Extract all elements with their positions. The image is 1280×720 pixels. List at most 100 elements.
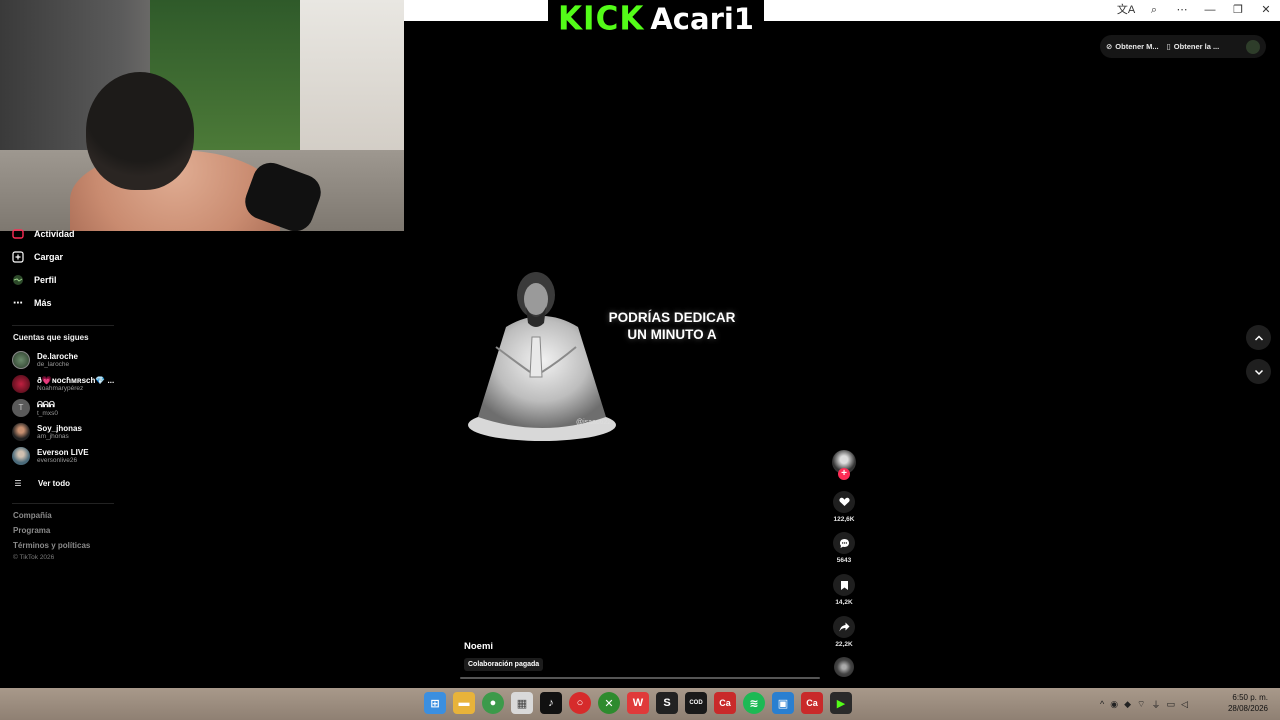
sidebar-item-label: Cargar — [34, 252, 64, 262]
music-disc-icon[interactable] — [834, 657, 854, 677]
close-icon[interactable]: ✕ — [1252, 0, 1280, 21]
following-name: ð💗ɴᴏᴄɦᴍʀsᴄh💎 ... — [37, 376, 115, 385]
file-explorer-icon[interactable]: ▬ — [453, 692, 475, 714]
video-player[interactable]: PODRÍAS DEDICAR UN MINUTO A @isaac622 No… — [460, 21, 820, 686]
taskbar-clock[interactable]: 6:50 p. m. 28/08/2026 — [1228, 692, 1268, 714]
clock-date: 28/08/2026 — [1227, 704, 1268, 713]
window-controls: 文A ⌕ ⋯ — ❐ ✕ — [1112, 0, 1280, 21]
avatar — [12, 375, 30, 393]
video-progress-bar[interactable] — [460, 677, 820, 679]
wifi-icon[interactable]: ⌔ — [1137, 699, 1145, 710]
following-handle: t_mxs0 — [37, 409, 58, 417]
get-coins-label: Obtener M... — [1115, 42, 1159, 51]
sidebar-item-label: Actividad — [34, 229, 75, 239]
avatar — [12, 423, 30, 441]
taskbar-apps: ⊞ ▬ ● ▦ ♪ ○ ✕ W S COD Ca ≋ ▣ Ca ▶ — [424, 692, 852, 714]
following-name: ᕱᕱᕱ — [37, 399, 55, 409]
comment-button[interactable]: 5643 — [832, 532, 856, 564]
windows-start-icon[interactable]: ⊞ — [424, 692, 446, 714]
sidebar-item-mas[interactable]: ⋯ Más — [12, 293, 52, 313]
chevron-up-icon[interactable]: ^ — [1100, 699, 1104, 709]
menu-icon[interactable]: ⋯ — [1168, 0, 1196, 21]
kick-app-icon[interactable]: ▶ — [830, 692, 852, 714]
praying-figure-image — [468, 272, 616, 441]
webcam-person-head — [86, 72, 194, 190]
save-button[interactable]: 14,2K — [832, 574, 856, 606]
heart-icon — [833, 491, 855, 513]
sidebar-item-perfil[interactable]: Perfil — [12, 270, 57, 290]
calendar-icon[interactable]: ▣ — [772, 692, 794, 714]
footer-link-company[interactable]: Compañía — [13, 511, 52, 520]
top-right-actions: ⊘ Obtener M... ▯ Obtener la ... — [1100, 35, 1266, 58]
chrome-icon[interactable]: ● — [482, 692, 504, 714]
ca-app-icon[interactable]: Ca — [714, 692, 736, 714]
spotify-icon[interactable]: ≋ — [743, 692, 765, 714]
next-video-button[interactable] — [1246, 359, 1271, 384]
sidebar-item-actividad[interactable]: Actividad — [12, 224, 75, 244]
follow-plus-button[interactable]: + — [838, 468, 850, 480]
avatar: T — [12, 399, 30, 417]
footer-link-program[interactable]: Programa — [13, 526, 50, 535]
video-author-name[interactable]: Noemi — [464, 641, 493, 652]
footer-link-terms[interactable]: Términos y políticas — [13, 541, 90, 550]
following-handle: eversonlive26 — [37, 457, 78, 464]
zoom-icon[interactable]: ⌕ — [1140, 0, 1168, 21]
avatar — [12, 351, 30, 369]
streamlabs-icon[interactable]: S — [656, 692, 678, 714]
get-app-button[interactable]: ▯ Obtener la ... — [1167, 42, 1220, 51]
tray-app-icon[interactable]: ◆ — [1124, 699, 1131, 710]
following-handle: Noahmarypérez — [37, 385, 84, 392]
see-all-label: Ver todo — [38, 478, 71, 488]
following-handle: am_jhonas — [37, 433, 69, 440]
maximize-icon[interactable]: ❐ — [1224, 0, 1252, 21]
clock-time: 6:50 p. m. — [1232, 693, 1268, 702]
webcam-overlay — [0, 0, 404, 231]
ca-app-icon[interactable]: Ca — [801, 692, 823, 714]
microphone-icon[interactable]: ⏚ — [1151, 698, 1160, 711]
system-tray: ^ ◉ ◆ ⌔ ⏚ ▭ ◁ — [1100, 688, 1188, 720]
network-icon[interactable]: ▭ — [1167, 699, 1176, 710]
tiktok-icon[interactable]: ♪ — [540, 692, 562, 714]
tray-app-icon[interactable]: ◉ — [1110, 699, 1118, 710]
opera-icon[interactable]: ○ — [569, 692, 591, 714]
sidebar-item-cargar[interactable]: Cargar — [12, 247, 63, 267]
sidebar-divider — [12, 325, 114, 326]
store-icon[interactable]: ▦ — [511, 692, 533, 714]
coin-icon: ⊘ — [1106, 42, 1113, 51]
xbox-icon[interactable]: ✕ — [598, 692, 620, 714]
wps-icon[interactable]: W — [627, 692, 649, 714]
get-coins-button[interactable]: ⊘ Obtener M... — [1106, 42, 1159, 51]
minimize-icon[interactable]: — — [1196, 0, 1224, 21]
translate-icon[interactable]: 文A — [1112, 0, 1140, 21]
following-item[interactable]: Everson LIVE eversonlive26 — [12, 447, 89, 465]
following-item[interactable]: Soy_jhonas am_jhonas — [12, 423, 82, 441]
sidebar-divider — [12, 503, 114, 504]
activity-icon — [12, 228, 24, 240]
following-item[interactable]: ð💗ɴᴏᴄɦᴍʀsᴄh💎 ... Noahmarypérez — [12, 375, 114, 393]
following-name: De.laroche — [37, 352, 78, 361]
user-avatar[interactable] — [1246, 39, 1260, 54]
following-item[interactable]: T ᕱᕱᕱ t_mxs0 — [12, 399, 58, 417]
share-count: 22,2K — [835, 641, 853, 648]
call-of-duty-icon[interactable]: COD — [685, 692, 707, 714]
chevron-down-icon — [1254, 369, 1263, 375]
share-button[interactable]: 22,2K — [832, 616, 856, 648]
following-section-title: Cuentas que sigues — [13, 333, 89, 342]
following-item[interactable]: De.laroche de_laroche — [12, 351, 78, 369]
tiktok-watermark: @isaac622 — [576, 419, 612, 426]
chevron-up-icon — [1254, 334, 1263, 341]
bookmark-icon — [833, 574, 855, 596]
volume-icon[interactable]: ◁ — [1181, 699, 1188, 710]
avatar — [12, 447, 30, 465]
save-count: 14,2K — [835, 599, 853, 606]
sidebar-item-label: Perfil — [34, 275, 57, 285]
copyright-text: © TikTok 2026 — [13, 554, 55, 561]
sidebar: Actividad Cargar Perfil ⋯ Más Cuentas qu… — [0, 229, 120, 686]
like-button[interactable]: 122,6K — [832, 491, 856, 523]
previous-video-button[interactable] — [1246, 325, 1271, 350]
windows-taskbar: ⊞ ▬ ● ▦ ♪ ○ ✕ W S COD Ca ≋ ▣ Ca ▶ ^ ◉ ◆ … — [0, 688, 1280, 720]
sidebar-item-label: Más — [34, 298, 52, 308]
following-name: Soy_jhonas — [37, 424, 82, 433]
like-count: 122,6K — [833, 516, 855, 523]
see-all-link[interactable]: ☰ Ver todo — [12, 473, 70, 493]
